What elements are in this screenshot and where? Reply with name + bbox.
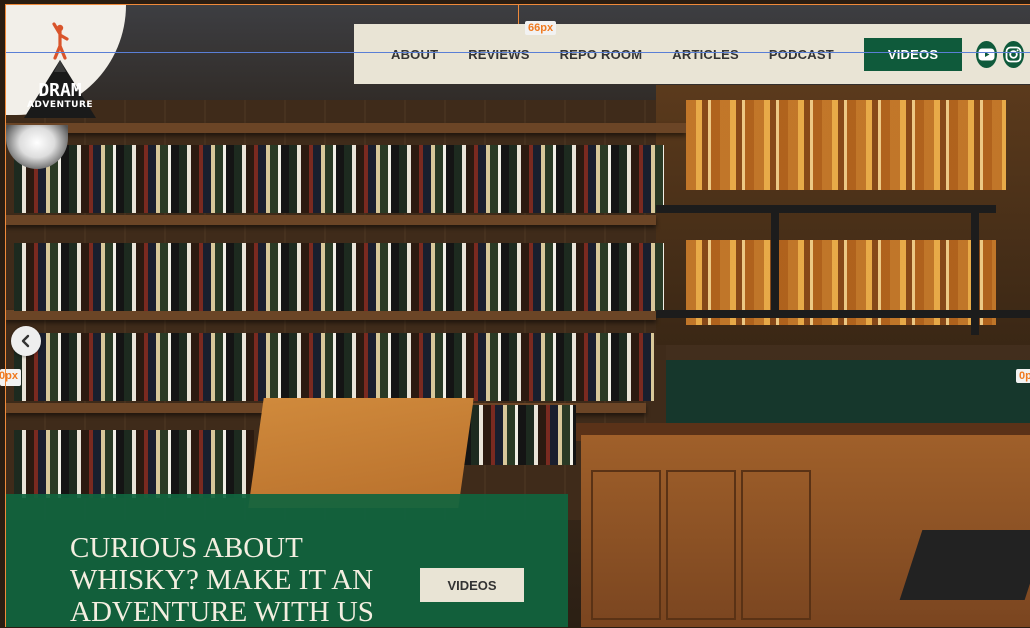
wooden-bar-top: [248, 398, 474, 508]
cabinet-door: [741, 470, 811, 620]
pipe-post: [771, 210, 779, 315]
nav-reviews[interactable]: REVIEWS: [468, 47, 529, 62]
bottle-row: [14, 333, 654, 401]
youtube-icon: [978, 48, 995, 60]
instagram-icon: [1005, 46, 1022, 62]
promo-banner: CURIOUS ABOUT WHISKY? MAKE IT AN ADVENTU…: [6, 494, 568, 628]
spacing-label-top: 66px: [525, 21, 557, 35]
promo-videos-button[interactable]: VIDEOS: [420, 568, 524, 602]
spacing-label-right: 0p: [1016, 369, 1030, 383]
site-logo[interactable]: DRAM ADVENTURE: [20, 20, 100, 120]
instagram-link[interactable]: [1003, 40, 1024, 68]
cabinet-door: [666, 470, 736, 620]
logo-title: DRAM: [38, 80, 82, 101]
bottle-row: [14, 430, 254, 498]
chevron-left-icon: [21, 334, 30, 348]
pipe-shelf: [656, 205, 996, 213]
nav-repo-room[interactable]: REPO ROOM: [560, 47, 643, 62]
youtube-link[interactable]: [976, 40, 998, 68]
carousel-prev-button[interactable]: [11, 326, 41, 356]
spacing-label-left: 0px: [0, 369, 21, 386]
main-nav: ABOUT REVIEWS REPO ROOM ARTICLES PODCAST…: [354, 24, 1030, 84]
nav-articles[interactable]: ARTICLES: [672, 47, 739, 62]
logo-subtitle: ADVENTURE: [26, 100, 94, 110]
bottle-row: [14, 145, 664, 213]
cabinet-door: [591, 470, 661, 620]
promo-heading: CURIOUS ABOUT WHISKY? MAKE IT AN ADVENTU…: [70, 532, 374, 628]
shelf: [6, 310, 656, 320]
alignment-guide-vertical: [518, 4, 519, 24]
pipe-post: [971, 210, 979, 335]
nav-podcast[interactable]: PODCAST: [769, 47, 834, 62]
record-player: [899, 530, 1030, 600]
lit-bottle-shelf: [686, 100, 1006, 190]
alignment-guide-horizontal: [6, 52, 1030, 53]
logo-wordmark: DRAM ADVENTURE: [20, 82, 100, 111]
nav-videos-button[interactable]: VIDEOS: [863, 37, 963, 71]
nav-about[interactable]: ABOUT: [391, 47, 438, 62]
shelf: [6, 215, 656, 225]
shelf: [6, 123, 686, 133]
bottle-row: [14, 243, 664, 311]
